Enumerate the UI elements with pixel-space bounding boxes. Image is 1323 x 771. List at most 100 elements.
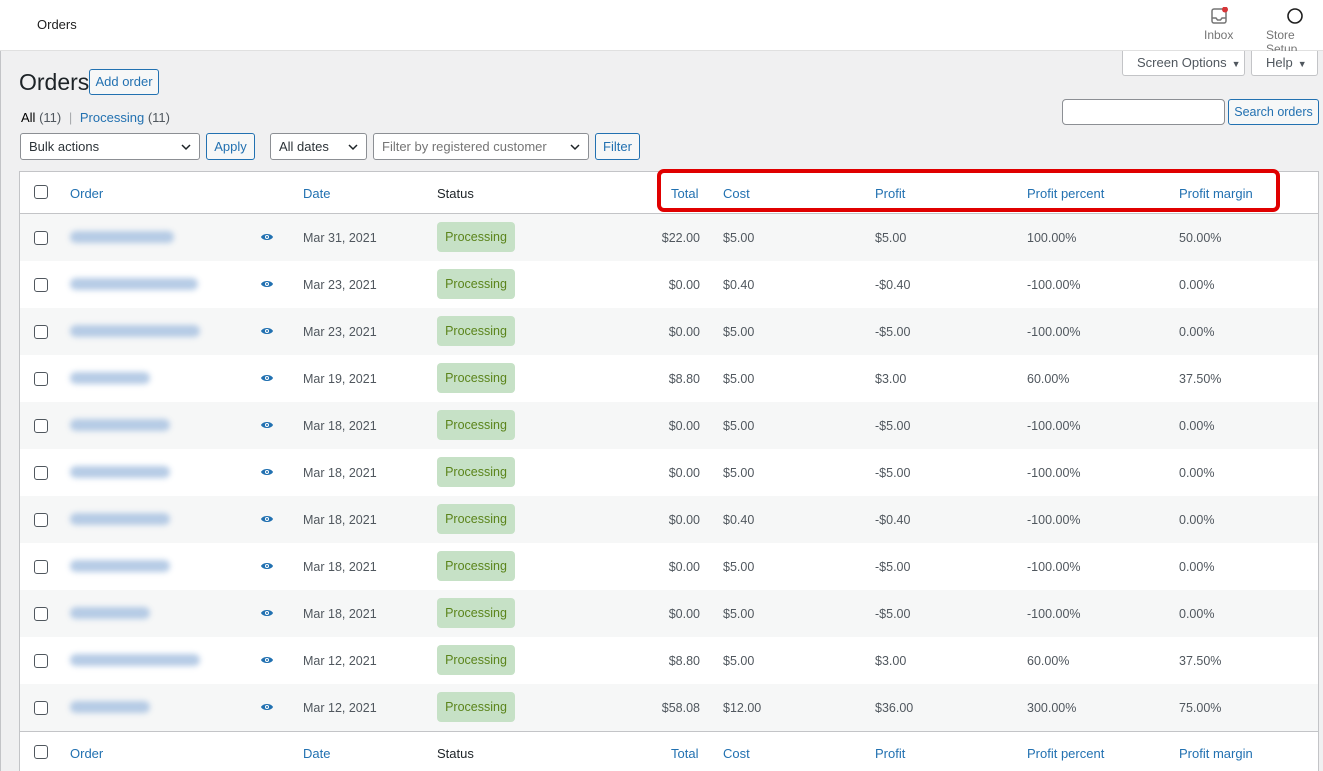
add-order-button[interactable]: Add order [89, 69, 159, 95]
order-name-link-redacted[interactable] [70, 419, 170, 431]
order-profit-margin: 0.00% [1179, 325, 1215, 339]
order-profit: $3.00 [875, 654, 907, 668]
eye-icon[interactable] [260, 231, 274, 243]
select-all-checkbox-footer[interactable] [34, 745, 48, 759]
select-all-checkbox[interactable] [34, 185, 48, 199]
filter-button[interactable]: Filter [595, 133, 640, 160]
eye-icon[interactable] [260, 419, 274, 431]
table-row[interactable]: Mar 31, 2021 Processing $22.00 $5.00 $5.00 10… [20, 214, 1318, 261]
help-tab[interactable]: Help ▼ [1251, 51, 1318, 76]
left-border [0, 51, 1, 771]
dates-select[interactable]: All dates [270, 133, 367, 160]
screen-options-tab[interactable]: Screen Options ▼ [1122, 51, 1245, 76]
table-row[interactable]: Mar 23, 2021 Processing $0.00 $5.00 -$5.00 -1… [20, 308, 1318, 355]
eye-icon[interactable] [260, 560, 274, 572]
row-checkbox[interactable] [34, 701, 48, 715]
eye-icon[interactable] [260, 372, 274, 384]
order-name-link-redacted[interactable] [70, 513, 170, 525]
order-date: Mar 23, 2021 [303, 278, 377, 292]
view-processing-link[interactable]: Processing [80, 110, 144, 125]
order-cost: $5.00 [723, 372, 755, 386]
status-badge: Processing [437, 645, 515, 675]
view-separator: | [68, 110, 73, 125]
column-profit[interactable]: Profit [875, 186, 905, 201]
eye-icon[interactable] [260, 701, 274, 713]
bulk-actions-select[interactable]: Bulk actions [20, 133, 200, 160]
order-total: $0.00 [668, 278, 700, 292]
row-checkbox[interactable] [34, 419, 48, 433]
top-header: Orders Inbox Store Setup [0, 0, 1323, 56]
column-profit-margin[interactable]: Profit margin [1179, 746, 1253, 761]
order-profit: $5.00 [875, 231, 907, 245]
row-checkbox[interactable] [34, 560, 48, 574]
column-order[interactable]: Order [70, 746, 103, 761]
header-title: Orders [37, 17, 77, 32]
order-name-link-redacted[interactable] [70, 372, 150, 384]
order-profit-margin: 50.00% [1179, 231, 1222, 245]
eye-icon[interactable] [260, 278, 274, 290]
customer-filter-placeholder: Filter by registered customer [382, 139, 547, 154]
order-name-link-redacted[interactable] [70, 560, 170, 572]
eye-icon[interactable] [260, 654, 274, 666]
inbox-label: Inbox [1204, 28, 1234, 42]
column-cost[interactable]: Cost [723, 186, 750, 201]
column-order[interactable]: Order [70, 186, 103, 201]
row-checkbox[interactable] [34, 466, 48, 480]
eye-icon[interactable] [260, 466, 274, 478]
order-profit: $3.00 [875, 372, 907, 386]
store-setup-button[interactable]: Store Setup [1266, 6, 1323, 56]
apply-button[interactable]: Apply [206, 133, 255, 160]
inbox-button[interactable]: Inbox [1204, 6, 1233, 42]
order-date: Mar 19, 2021 [303, 372, 377, 386]
column-total[interactable]: Total [671, 186, 698, 201]
column-profit[interactable]: Profit [875, 746, 905, 761]
order-name-link-redacted[interactable] [70, 278, 198, 290]
order-name-link-redacted[interactable] [70, 466, 170, 478]
order-profit-percent: -100.00% [1027, 607, 1081, 621]
row-checkbox[interactable] [34, 278, 48, 292]
search-orders-button[interactable]: Search orders [1228, 99, 1319, 125]
order-name-link-redacted[interactable] [70, 607, 150, 619]
column-status: Status [437, 746, 474, 761]
eye-icon[interactable] [260, 325, 274, 337]
customer-filter-select[interactable]: Filter by registered customer [373, 133, 589, 160]
order-name-link-redacted[interactable] [70, 654, 200, 666]
column-cost[interactable]: Cost [723, 746, 750, 761]
row-checkbox[interactable] [34, 607, 48, 621]
eye-icon[interactable] [260, 607, 274, 619]
column-total[interactable]: Total [671, 746, 698, 761]
column-date[interactable]: Date [303, 746, 330, 761]
order-profit: -$0.40 [875, 278, 911, 292]
search-input[interactable] [1062, 99, 1225, 125]
table-row[interactable]: Mar 18, 2021 Processing $0.00 $5.00 -$5.00 -1… [20, 590, 1318, 637]
order-profit: $36.00 [875, 701, 914, 715]
eye-icon[interactable] [260, 513, 274, 525]
order-total: $0.00 [668, 560, 700, 574]
table-row[interactable]: Mar 18, 2021 Processing $0.00 $0.40 -$0.40 -1… [20, 496, 1318, 543]
order-profit-percent: 60.00% [1027, 372, 1070, 386]
row-checkbox[interactable] [34, 231, 48, 245]
table-row[interactable]: Mar 12, 2021 Processing $8.80 $5.00 $3.00 60.… [20, 637, 1318, 684]
table-row[interactable]: Mar 19, 2021 Processing $8.80 $5.00 $3.00 60.… [20, 355, 1318, 402]
row-checkbox[interactable] [34, 325, 48, 339]
row-checkbox[interactable] [34, 513, 48, 527]
view-all-link[interactable]: All [21, 110, 35, 125]
table-row[interactable]: Mar 23, 2021 Processing $0.00 $0.40 -$0.40 -1… [20, 261, 1318, 308]
column-profit-margin[interactable]: Profit margin [1179, 186, 1253, 201]
row-checkbox[interactable] [34, 372, 48, 386]
column-date[interactable]: Date [303, 186, 330, 201]
table-row[interactable]: Mar 18, 2021 Processing $0.00 $5.00 -$5.00 -1… [20, 543, 1318, 590]
table-row[interactable]: Mar 12, 2021 Processing $58.08 $12.00 $36.00… [20, 684, 1318, 731]
order-name-link-redacted[interactable] [70, 231, 174, 243]
row-checkbox[interactable] [34, 654, 48, 668]
column-profit-percent[interactable]: Profit percent [1027, 186, 1104, 201]
table-row[interactable]: Mar 18, 2021 Processing $0.00 $5.00 -$5.00 -1… [20, 402, 1318, 449]
column-profit-percent[interactable]: Profit percent [1027, 746, 1104, 761]
status-badge: Processing [437, 316, 515, 346]
order-date: Mar 12, 2021 [303, 654, 377, 668]
order-profit-margin: 0.00% [1179, 419, 1215, 433]
table-row[interactable]: Mar 18, 2021 Processing $0.00 $5.00 -$5.00 -1… [20, 449, 1318, 496]
chevron-down-icon [348, 144, 358, 151]
order-name-link-redacted[interactable] [70, 701, 150, 713]
order-name-link-redacted[interactable] [70, 325, 200, 337]
